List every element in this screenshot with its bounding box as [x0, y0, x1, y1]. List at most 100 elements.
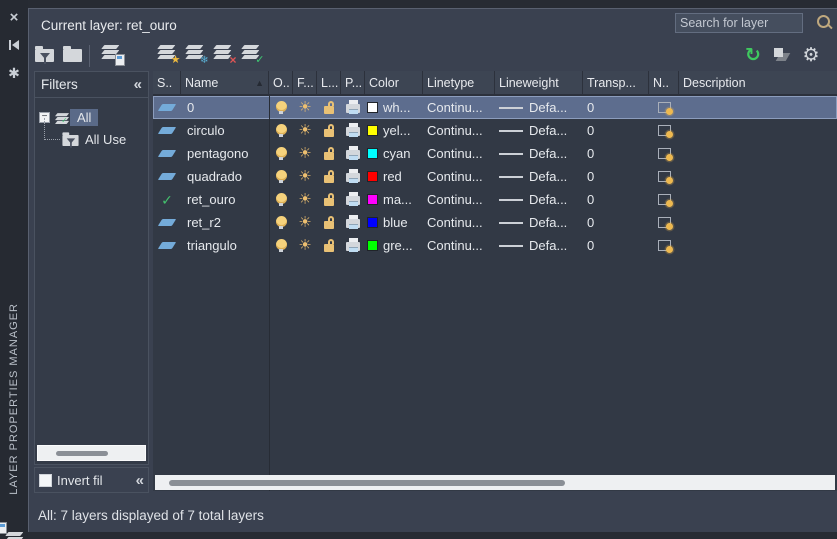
layer-new-vp-freeze-cell[interactable]: [649, 188, 679, 211]
layer-freeze-toggle[interactable]: ☀: [293, 119, 317, 142]
layer-new-vp-freeze-cell[interactable]: [649, 142, 679, 165]
layer-description-cell[interactable]: [679, 142, 837, 165]
collapse-filters-icon[interactable]: «: [134, 76, 142, 93]
layer-plot-toggle[interactable]: [341, 188, 365, 211]
new-layer-button[interactable]: ★: [154, 44, 179, 68]
layer-linetype-cell[interactable]: Continu...: [423, 188, 495, 211]
isolate-icon[interactable]: [768, 42, 794, 68]
layer-linetype-cell[interactable]: Continu...: [423, 211, 495, 234]
layer-lock-toggle[interactable]: [317, 188, 341, 211]
layer-new-vp-freeze-cell[interactable]: [649, 234, 679, 257]
layer-plot-toggle[interactable]: [341, 96, 365, 119]
new-group-filter-button[interactable]: [60, 44, 85, 68]
column-header-status[interactable]: S..: [153, 71, 181, 96]
layer-lineweight-cell[interactable]: Defa...: [495, 96, 583, 119]
layer-lock-toggle[interactable]: [317, 234, 341, 257]
layer-transparency-cell[interactable]: 0: [583, 234, 649, 257]
layer-color-cell[interactable]: yel...: [365, 119, 423, 142]
layer-on-toggle[interactable]: [269, 234, 293, 257]
layer-lineweight-cell[interactable]: Defa...: [495, 165, 583, 188]
filters-horizontal-scrollbar[interactable]: [37, 445, 146, 461]
layer-plot-toggle[interactable]: [341, 142, 365, 165]
layer-color-cell[interactable]: cyan: [365, 142, 423, 165]
layer-row[interactable]: triangulo ☀ gre... Continu... Defa... 0: [153, 234, 837, 257]
set-current-layer-button[interactable]: ✓: [238, 44, 263, 68]
layer-row[interactable]: pentagono ☀ cyan Continu... Defa... 0: [153, 142, 837, 165]
layer-freeze-toggle[interactable]: ☀: [293, 188, 317, 211]
layer-new-vp-freeze-cell[interactable]: [649, 96, 679, 119]
layer-status-cell[interactable]: [153, 119, 181, 142]
layer-freeze-toggle[interactable]: ☀: [293, 211, 317, 234]
layer-freeze-toggle[interactable]: ☀: [293, 234, 317, 257]
layer-row[interactable]: 0 ☀ wh... Continu... Defa... 0: [153, 96, 837, 119]
layer-status-cell[interactable]: ✓: [153, 188, 181, 211]
layer-freeze-toggle[interactable]: ☀: [293, 165, 317, 188]
layer-description-cell[interactable]: [679, 188, 837, 211]
auto-hide-icon[interactable]: [0, 34, 28, 56]
layer-name[interactable]: pentagono: [181, 142, 269, 165]
layer-on-toggle[interactable]: [269, 96, 293, 119]
filter-item-all-used[interactable]: All Use: [35, 128, 148, 150]
layer-on-toggle[interactable]: [269, 165, 293, 188]
column-header-on[interactable]: O..: [269, 71, 293, 96]
filters-scrollbar-thumb[interactable]: [56, 451, 108, 456]
layer-search-input[interactable]: [676, 14, 810, 32]
filter-all-label[interactable]: All: [70, 109, 98, 126]
layer-linetype-cell[interactable]: Continu...: [423, 234, 495, 257]
layer-lock-toggle[interactable]: [317, 211, 341, 234]
layer-lineweight-cell[interactable]: Defa...: [495, 188, 583, 211]
column-header-plot[interactable]: P...: [341, 71, 365, 96]
new-layer-vp-frozen-button[interactable]: ❄: [182, 44, 207, 68]
layer-color-cell[interactable]: blue: [365, 211, 423, 234]
layer-description-cell[interactable]: [679, 234, 837, 257]
layer-transparency-cell[interactable]: 0: [583, 96, 649, 119]
layer-description-cell[interactable]: [679, 165, 837, 188]
column-header-transparency[interactable]: Transp...: [583, 71, 649, 96]
layer-plot-toggle[interactable]: [341, 165, 365, 188]
layer-list-scrollbar-thumb[interactable]: [169, 480, 565, 486]
column-header-name[interactable]: Name▲: [181, 71, 269, 96]
layer-transparency-cell[interactable]: 0: [583, 119, 649, 142]
layer-on-toggle[interactable]: [269, 188, 293, 211]
layer-plot-toggle[interactable]: [341, 234, 365, 257]
layer-linetype-cell[interactable]: Continu...: [423, 119, 495, 142]
layer-status-cell[interactable]: [153, 211, 181, 234]
layer-freeze-toggle[interactable]: ☀: [293, 142, 317, 165]
column-header-new-vp[interactable]: N..: [649, 71, 679, 96]
layer-linetype-cell[interactable]: Continu...: [423, 165, 495, 188]
invert-filter-checkbox[interactable]: [39, 474, 52, 487]
layer-lineweight-cell[interactable]: Defa...: [495, 119, 583, 142]
layer-description-cell[interactable]: [679, 96, 837, 119]
layer-transparency-cell[interactable]: 0: [583, 211, 649, 234]
layer-plot-toggle[interactable]: [341, 119, 365, 142]
layer-name[interactable]: ret_r2: [181, 211, 269, 234]
layer-status-cell[interactable]: [153, 234, 181, 257]
column-header-color[interactable]: Color: [365, 71, 423, 96]
close-icon[interactable]: ×: [0, 6, 28, 28]
delete-layer-button[interactable]: ×: [210, 44, 235, 68]
layer-row[interactable]: circulo ☀ yel... Continu... Defa... 0: [153, 119, 837, 142]
layer-color-cell[interactable]: red: [365, 165, 423, 188]
settings-gear-icon[interactable]: ⚙: [798, 42, 824, 68]
layer-name[interactable]: circulo: [181, 119, 269, 142]
layer-status-cell[interactable]: [153, 96, 181, 119]
collapse-invert-icon[interactable]: «: [136, 472, 144, 489]
layer-transparency-cell[interactable]: 0: [583, 188, 649, 211]
layer-lock-toggle[interactable]: [317, 165, 341, 188]
layer-new-vp-freeze-cell[interactable]: [649, 211, 679, 234]
layer-description-cell[interactable]: [679, 211, 837, 234]
layer-transparency-cell[interactable]: 0: [583, 142, 649, 165]
properties-pinwheel-icon[interactable]: ✱: [0, 62, 28, 84]
layer-lock-toggle[interactable]: [317, 96, 341, 119]
column-header-lock[interactable]: L...: [317, 71, 341, 96]
layer-linetype-cell[interactable]: Continu...: [423, 96, 495, 119]
layer-lock-toggle[interactable]: [317, 119, 341, 142]
column-header-lineweight[interactable]: Lineweight: [495, 71, 583, 96]
layer-on-toggle[interactable]: [269, 211, 293, 234]
new-property-filter-button[interactable]: [32, 44, 57, 68]
layer-lineweight-cell[interactable]: Defa...: [495, 234, 583, 257]
layer-row[interactable]: ret_r2 ☀ blue Continu... Defa... 0: [153, 211, 837, 234]
layer-color-cell[interactable]: ma...: [365, 188, 423, 211]
layer-on-toggle[interactable]: [269, 142, 293, 165]
layer-plot-toggle[interactable]: [341, 211, 365, 234]
